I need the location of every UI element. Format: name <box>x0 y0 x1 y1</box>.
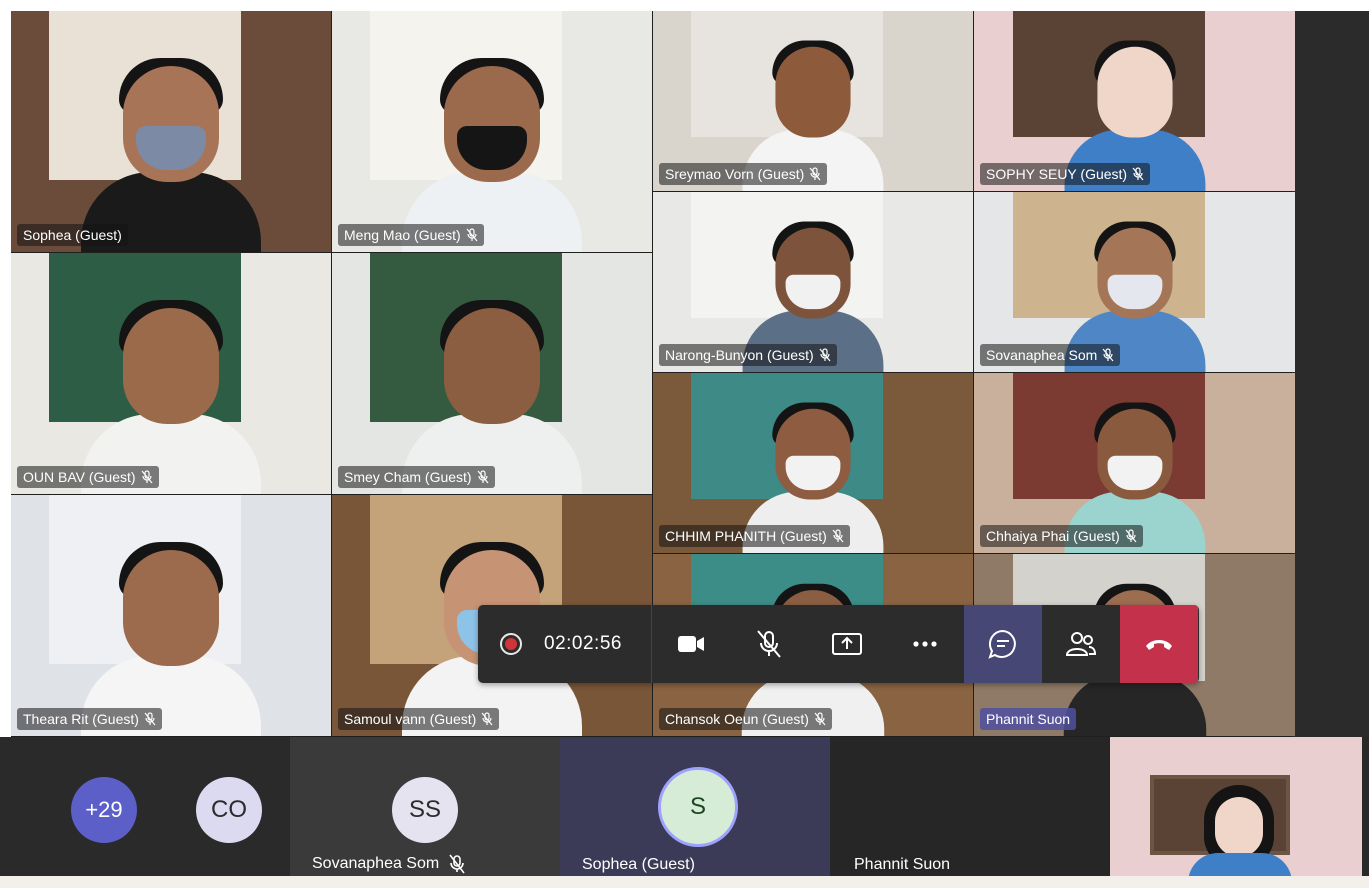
window-bottom-edge <box>0 876 1369 888</box>
video-tile[interactable]: Sovanaphea Som <box>974 192 1295 372</box>
participant-figure <box>402 48 582 252</box>
self-view-body <box>1188 853 1292 876</box>
video-tile[interactable]: Meng Mao (Guest) <box>332 11 652 252</box>
mic-off-icon <box>449 854 465 874</box>
mic-off-icon <box>481 712 493 726</box>
avatar-s: S <box>658 767 738 847</box>
avatar-ss: SS <box>392 777 458 843</box>
camera-button[interactable] <box>652 605 730 683</box>
participant-name-tag: Sreymao Vorn (Guest) <box>659 163 828 185</box>
participant-name-tag: SOPHY SEUY (Guest) <box>980 163 1151 185</box>
mic-off-icon <box>814 712 826 726</box>
video-tile[interactable]: Sreymao Vorn (Guest) <box>653 11 973 191</box>
mic-off-icon <box>1102 348 1114 362</box>
window-top-edge <box>0 0 1369 11</box>
participant-name-tag: Meng Mao (Guest) <box>338 224 484 246</box>
meeting-stage: Sophea (Guest) Meng Mao (Guest) Sreymao Vo… <box>0 0 1369 888</box>
mic-off-icon <box>1132 167 1144 181</box>
participant-figure <box>81 48 261 252</box>
more-actions-button[interactable] <box>886 605 964 683</box>
participant-name-tag: CHHIM PHANITH (Guest) <box>659 525 850 547</box>
screen-share-tile[interactable]: Phannit Suon <box>830 737 1110 876</box>
mic-off-icon <box>144 712 156 726</box>
overflow-count-badge[interactable]: +29 <box>71 777 137 843</box>
right-side-panel <box>1292 11 1369 737</box>
participant-strip: +29 CO SS Sovanaphea Som S Sophea (Guest… <box>0 737 1369 876</box>
participants-button[interactable] <box>1042 605 1120 683</box>
mic-off-icon <box>1125 529 1137 543</box>
mic-off-icon <box>757 630 781 658</box>
video-tile[interactable]: SOPHY SEUY (Guest) <box>974 11 1295 191</box>
hang-up-icon <box>1146 640 1172 650</box>
meeting-timer: 02:02:56 <box>544 633 622 654</box>
participant-name-tag: Sophea (Guest) <box>17 224 128 246</box>
video-tile[interactable]: OUN BAV (Guest) <box>11 253 331 494</box>
mic-off-icon <box>466 228 478 242</box>
participant-name-tag: Phannit Suon <box>980 708 1077 730</box>
participant-tile-sophea[interactable]: S Sophea (Guest) <box>560 737 830 876</box>
mic-off-icon <box>819 348 831 362</box>
mic-off-icon <box>809 167 821 181</box>
mic-off-icon <box>477 470 489 484</box>
participant-name-tag: Sovanaphea Som <box>980 344 1121 366</box>
chat-button[interactable] <box>964 605 1042 683</box>
window-left-edge <box>0 11 11 737</box>
video-tile[interactable]: Narong-Bunyon (Guest) <box>653 192 973 372</box>
participant-figure <box>81 532 261 736</box>
participant-name-tag: Chhaiya Phai (Guest) <box>980 525 1143 547</box>
mic-off-icon <box>832 529 844 543</box>
video-tile[interactable]: Chhaiya Phai (Guest) <box>974 373 1295 553</box>
participant-tile-sovanaphea[interactable]: SS Sovanaphea Som <box>290 737 560 876</box>
chat-icon <box>988 629 1016 659</box>
participant-figure <box>402 290 582 494</box>
video-tile[interactable]: CHHIM PHANITH (Guest) <box>653 373 973 553</box>
self-view-tile[interactable] <box>1110 737 1362 876</box>
meeting-control-bar: 02:02:56 <box>478 605 1199 683</box>
participant-name: Sophea (Guest) <box>582 856 695 873</box>
camera-icon <box>678 636 704 652</box>
mic-off-icon <box>141 470 153 484</box>
participant-name-tag: Narong-Bunyon (Guest) <box>659 344 837 366</box>
video-tile[interactable]: Theara Rit (Guest) <box>11 495 331 736</box>
share-screen-icon <box>832 633 862 655</box>
mute-button[interactable] <box>730 605 808 683</box>
participant-name: Sovanaphea Som <box>312 854 465 874</box>
people-icon <box>1065 632 1097 656</box>
share-screen-button[interactable] <box>808 605 886 683</box>
avatar-co[interactable]: CO <box>196 777 262 843</box>
participant-name-tag: Samoul vann (Guest) <box>338 708 500 730</box>
leave-button[interactable] <box>1120 605 1198 683</box>
video-tile[interactable]: Smey Cham (Guest) <box>332 253 652 494</box>
participant-name: Phannit Suon <box>854 856 951 873</box>
participant-name-tag: Chansok Oeun (Guest) <box>659 708 832 730</box>
participant-name-tag: OUN BAV (Guest) <box>17 466 159 488</box>
record-icon <box>500 633 522 655</box>
video-tile[interactable]: Sophea (Guest) <box>11 11 331 252</box>
participant-figure <box>81 290 261 494</box>
participant-name-tag: Theara Rit (Guest) <box>17 708 162 730</box>
participant-name-tag: Smey Cham (Guest) <box>338 466 495 488</box>
overflow-participants[interactable]: +29 CO <box>0 737 290 876</box>
self-view-face <box>1215 797 1263 857</box>
recording-indicator[interactable]: 02:02:56 <box>478 605 652 683</box>
more-icon <box>913 641 937 647</box>
